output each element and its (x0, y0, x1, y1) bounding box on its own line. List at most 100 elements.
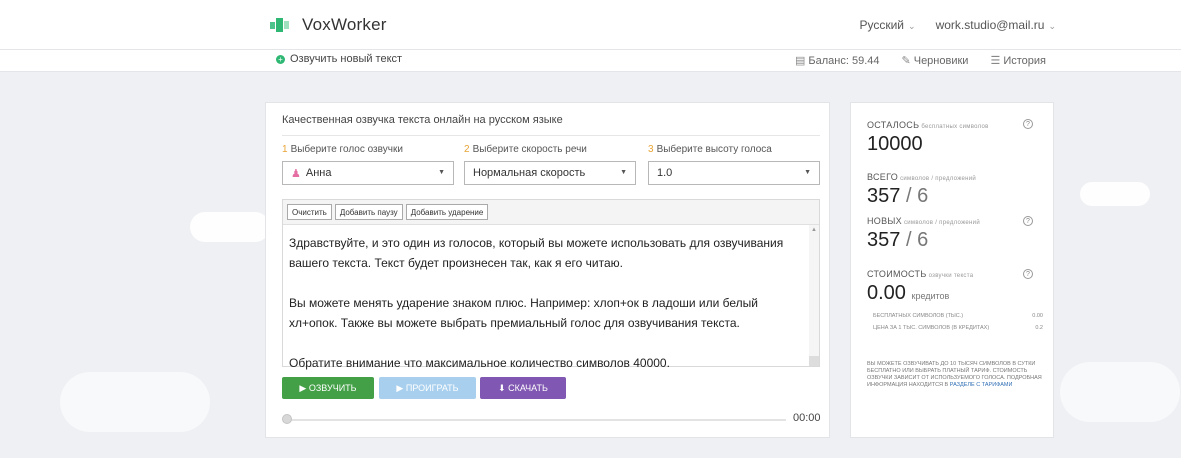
cloud-decoration (190, 212, 270, 242)
step-number: 1 (282, 144, 288, 155)
drafts-label: Черновики (913, 55, 969, 67)
cost-unit: кредитов (911, 291, 950, 301)
play-button[interactable]: ▶ ПРОИГРАТЬ (379, 377, 476, 399)
voice-select[interactable]: ♟ Анна ▼ (282, 161, 454, 185)
new-chars: 357 (867, 229, 901, 251)
question-circle-icon[interactable]: ? (1023, 269, 1033, 279)
speed-value: Нормальная скорость (473, 167, 586, 179)
label-sub: бесплатных символов (921, 124, 989, 130)
history-link[interactable]: ☰ История (990, 54, 1046, 67)
price-label: ЦЕНА ЗА 1 ТЫС. СИМВОЛОВ (В КРЕДИТАХ) (873, 325, 990, 331)
step-2-label: 2 Выберите скорость речи (464, 144, 587, 155)
new-text-label: Озвучить новый текст (290, 53, 403, 65)
top-navigation-bar: VoxWorker Русский ⌄ work.studio@mail.ru ⌄ (0, 0, 1181, 50)
tariff-note: Вы можете озвучивать до 10 тысяч символо… (867, 361, 1042, 389)
chevron-down-icon: ⌄ (1048, 21, 1056, 31)
tariffs-link[interactable]: разделе с тарифами (950, 382, 1013, 388)
step-3-label: 3 Выберите высоту голоса (648, 144, 772, 155)
total-sentences: 6 (917, 185, 929, 207)
step-number: 2 (464, 144, 470, 155)
person-icon: ♟ (291, 167, 301, 180)
sub-nav-links: ▤ Баланс: 59.44 ✎ Черновики ☰ История (795, 54, 1046, 67)
total-label: ВСЕГО символов / предложений (867, 172, 976, 182)
language-label: Русский (859, 18, 905, 32)
panel-title: Качественная озвучка текста онлайн на ру… (282, 114, 563, 126)
label-sub: символов / предложений (900, 176, 977, 182)
chevron-down-icon: ▼ (438, 169, 445, 176)
cloud-decoration (1080, 182, 1150, 206)
add-stress-button[interactable]: Добавить ударение (405, 204, 489, 220)
free-chars-label: БЕСПЛАТНЫХ СИМВОЛОВ (ТЫС.) (873, 313, 964, 319)
text-area[interactable]: Здравствуйте, и это один из голосов, кот… (283, 225, 808, 401)
drafts-link[interactable]: ✎ Черновики (902, 54, 969, 67)
label-sub: озвучки текста (928, 273, 974, 279)
chevron-down-icon: ▼ (620, 169, 627, 176)
new-value: 357 / 6 (867, 229, 929, 251)
logo[interactable]: VoxWorker (270, 15, 387, 35)
stats-sidebar: ОСТАЛОСЬ бесплатных символов ? 10000 ВСЕГ… (850, 102, 1054, 438)
cost-value: 0.00 кредитов (867, 282, 949, 305)
history-label: История (1003, 55, 1046, 67)
label-sub: символов / предложений (903, 220, 980, 226)
download-button[interactable]: ⬇ СКАЧАТЬ (480, 377, 566, 399)
wallet-icon: ▤ (795, 55, 806, 67)
balance-link[interactable]: ▤ Баланс: 59.44 (795, 54, 880, 67)
edit-icon: ✎ (901, 55, 911, 67)
scroll-up-icon[interactable]: ▲ (811, 227, 817, 233)
balance-label: Баланс: 59.44 (808, 55, 880, 67)
voxworker-logo-icon (270, 17, 292, 33)
remaining-label: ОСТАЛОСЬ бесплатных символов (867, 120, 989, 130)
step-text: Выберите высоту голоса (656, 144, 772, 155)
pitch-select[interactable]: 1.0 ▼ (648, 161, 820, 185)
label-text: ОСТАЛОСЬ (867, 120, 920, 130)
step-number: 3 (648, 144, 654, 155)
speed-select[interactable]: Нормальная скорость ▼ (464, 161, 636, 185)
voice-value: Анна (305, 167, 332, 179)
step-1-label: 1 Выберите голос озвучки (282, 144, 403, 155)
audio-progress-knob[interactable] (282, 414, 292, 424)
editor-toolbar: Очистить Добавить паузу Добавить ударени… (283, 200, 819, 225)
new-label: НОВЫХ символов / предложений (867, 216, 980, 226)
clear-button[interactable]: Очистить (287, 204, 332, 220)
text-paragraph: Вы можете менять ударение знаком плюс. Н… (289, 296, 758, 330)
step-text: Выберите голос озвучки (290, 144, 403, 155)
chevron-down-icon: ⌄ (908, 21, 916, 31)
editor-scrollbar[interactable]: ▲ (809, 225, 819, 366)
sub-navigation-bar: + Озвучить новый текст ▤ Баланс: 59.44 ✎ Ч… (0, 50, 1181, 72)
user-email: work.studio@mail.ru (935, 18, 1045, 32)
audio-progress-track[interactable] (286, 419, 786, 421)
remaining-value: 10000 (867, 133, 923, 155)
question-circle-icon[interactable]: ? (1023, 216, 1033, 226)
add-pause-button[interactable]: Добавить паузу (334, 204, 403, 220)
step-text: Выберите скорость речи (472, 144, 587, 155)
price-value: 0.2 (1035, 325, 1043, 331)
voice-button[interactable]: ▶ ОЗВУЧИТЬ (282, 377, 374, 399)
text-paragraph: Обратите внимание что максимальное колич… (289, 356, 670, 370)
top-right-menu: Русский ⌄ work.studio@mail.ru ⌄ (859, 18, 1056, 32)
cost-number: 0.00 (867, 282, 906, 304)
label-text: СТОИМОСТЬ (867, 269, 927, 279)
new-text-link[interactable]: + Озвучить новый текст (276, 53, 402, 65)
audio-time: 00:00 (793, 412, 821, 424)
language-selector[interactable]: Русский ⌄ (859, 18, 915, 32)
total-chars: 357 (867, 185, 901, 207)
user-menu[interactable]: work.studio@mail.ru ⌄ (936, 18, 1056, 32)
question-circle-icon[interactable]: ? (1023, 119, 1033, 129)
new-sentences: 6 (917, 229, 929, 251)
app-name: VoxWorker (302, 15, 387, 34)
text-editor[interactable]: Очистить Добавить паузу Добавить ударени… (282, 199, 820, 370)
label-text: ВСЕГО (867, 172, 899, 182)
divider (282, 135, 820, 136)
pitch-value: 1.0 (657, 167, 673, 179)
resize-handle[interactable] (809, 356, 819, 366)
voice-panel: Качественная озвучка текста онлайн на ру… (265, 102, 830, 438)
total-value: 357 / 6 (867, 185, 929, 207)
free-chars-value: 0.00 (1032, 313, 1043, 319)
list-icon: ☰ (990, 55, 1001, 67)
cloud-decoration (1060, 362, 1180, 422)
chevron-down-icon: ▼ (804, 169, 811, 176)
cloud-decoration (60, 372, 210, 432)
label-text: НОВЫХ (867, 216, 902, 226)
text-paragraph: Здравствуйте, и это один из голосов, кот… (289, 236, 784, 270)
plus-circle-icon: + (276, 54, 285, 64)
